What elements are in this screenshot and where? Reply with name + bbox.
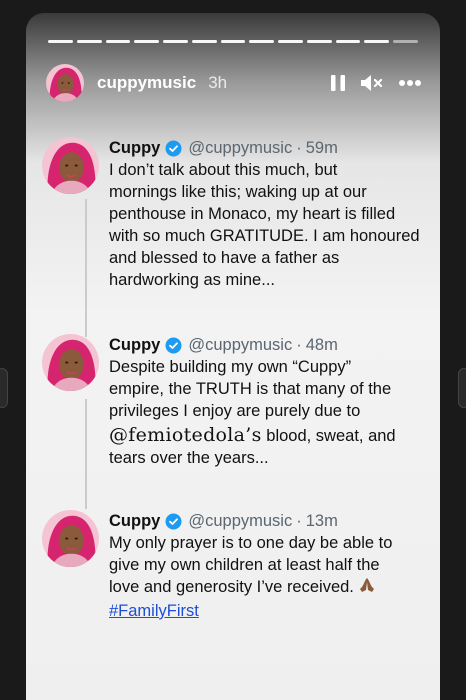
progress-segment	[249, 40, 275, 43]
praying-hands-icon	[358, 576, 376, 600]
verified-badge-icon	[165, 337, 182, 354]
separator-dot: ·	[296, 336, 302, 354]
progress-segment	[76, 40, 102, 43]
author-name: Cuppy	[109, 336, 161, 354]
avatar[interactable]	[42, 510, 99, 567]
story-header: cuppymusic 3h	[46, 63, 422, 103]
progress-segment	[105, 40, 131, 43]
tweet-time: 13m	[305, 512, 338, 530]
previous-story-handle[interactable]	[0, 368, 8, 408]
avatar[interactable]	[42, 334, 99, 391]
muted-speaker-icon[interactable]	[360, 74, 384, 92]
author-handle: @cuppymusic	[188, 512, 293, 530]
tweet-line: give my own children at least half the	[109, 556, 380, 574]
tweet-line: hardworking as mine...	[109, 271, 275, 289]
progress-segment	[134, 40, 160, 43]
progress-segment	[278, 40, 303, 43]
story-age: 3h	[208, 73, 228, 92]
tweet-line: and blessed to have a father as	[109, 249, 340, 267]
progress-segment	[220, 40, 246, 43]
separator-dot: ·	[296, 512, 302, 530]
tweet-line: mornings like this; waking up at our	[109, 183, 367, 201]
author-name: Cuppy	[109, 512, 161, 530]
story-frame: cuppymusic 3h Cuppy @cuppymusic · 59m I …	[26, 13, 440, 700]
tweet-line: Despite building my own “Cuppy”	[109, 358, 352, 376]
avatar[interactable]	[42, 137, 99, 194]
progress-segment	[364, 40, 390, 43]
progress-segment	[191, 40, 217, 43]
author-name: Cuppy	[109, 139, 161, 157]
mention-link[interactable]: @femiotedola’s	[109, 424, 262, 446]
tweet-line: empire, the TRUTH is that many of the	[109, 380, 392, 398]
tweet-line: I don’t talk about this much, but	[109, 161, 338, 179]
progress-segment	[48, 40, 73, 43]
progress-segment	[335, 40, 361, 43]
verified-badge-icon	[165, 513, 182, 530]
progress-segment	[393, 40, 418, 43]
tweet-line: with so much GRATITUDE. I am honoured	[109, 227, 420, 245]
hashtag-link[interactable]: #FamilyFirst	[109, 602, 199, 620]
tweet-line: tears over the years...	[109, 449, 269, 467]
more-horizontal-icon[interactable]	[398, 79, 422, 87]
story-progress-bar	[48, 40, 418, 43]
verified-badge-icon	[165, 140, 182, 157]
tweet-line: blood, sweat, and	[261, 427, 396, 445]
story-username[interactable]: cuppymusic	[97, 73, 196, 93]
tweet-text: My only prayer is to one day be able to …	[109, 532, 430, 622]
progress-segment	[306, 40, 332, 43]
author-handle: @cuppymusic	[188, 336, 293, 354]
thread-connector	[85, 199, 87, 337]
avatar[interactable]	[46, 64, 84, 102]
tweet-time: 59m	[305, 139, 338, 157]
separator-dot: ·	[296, 139, 302, 157]
tweet-line: privileges I enjoy are purely due to	[109, 402, 361, 420]
pause-icon[interactable]	[330, 74, 346, 92]
tweet-time: 48m	[305, 336, 338, 354]
tweet-line: penthouse in Monaco, my heart is filled	[109, 205, 396, 223]
tweet-text: Despite building my own “Cuppy” empire, …	[109, 356, 430, 469]
tweet-line: My only prayer is to one day be able to	[109, 534, 393, 552]
tweet-line: love and generosity I’ve received.	[109, 578, 359, 596]
progress-segment	[163, 40, 188, 43]
tweet-text: I don’t talk about this much, but mornin…	[109, 159, 430, 291]
thread-connector	[85, 399, 87, 509]
next-story-handle[interactable]	[458, 368, 466, 408]
author-handle: @cuppymusic	[188, 139, 293, 157]
